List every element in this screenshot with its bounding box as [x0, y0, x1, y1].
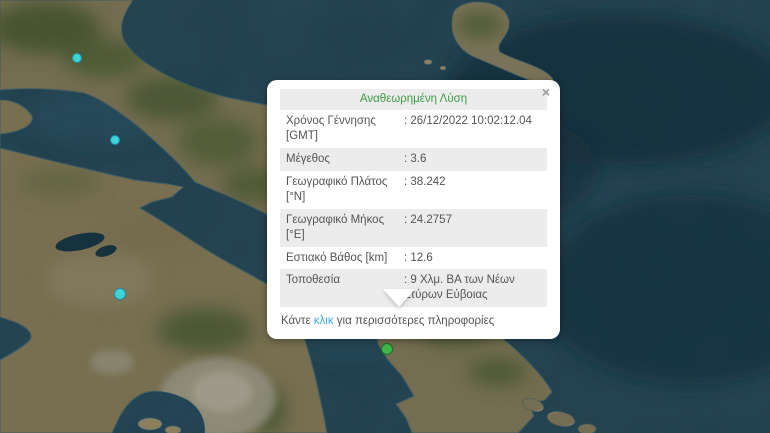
popup-row-label: Μέγεθος: [286, 152, 330, 165]
popup-footer: Κάντε κλικ για περισσότερες πληροφορίες: [280, 314, 547, 329]
popup-row-value: : 24.2757: [404, 213, 452, 226]
popup-row: Μέγεθος : 3.6: [280, 147, 547, 171]
footer-text-prefix: Κάντε: [281, 315, 314, 328]
popup-row-label: Χρόνος Γέννησης [GMT]: [286, 114, 376, 142]
close-icon[interactable]: ×: [542, 85, 550, 99]
earthquake-marker[interactable]: [110, 135, 120, 145]
more-info-link[interactable]: κλικ: [314, 315, 334, 327]
popup-row-value: : 26/12/2022 10:02:12.04: [404, 114, 532, 127]
map-viewport[interactable]: × Αναθεωρημένη Λύση Χρόνος Γέννησης [GMT…: [0, 0, 770, 433]
popup-row-value: : 3.6: [404, 152, 427, 165]
popup-row-value: : 38.242: [404, 175, 446, 188]
popup-row-label: Τοποθεσία: [286, 274, 340, 287]
popup-row: Γεωγραφικό Μήκος [°E] : 24.2757: [280, 208, 547, 247]
popup-title: Αναθεωρημένη Λύση: [280, 89, 547, 110]
reviewed-earthquake-marker[interactable]: [381, 343, 393, 355]
popup-table: Χρόνος Γέννησης [GMT] : 26/12/2022 10:02…: [280, 110, 547, 308]
popup-row-label: Εστιακό Βάθος [km]: [286, 251, 388, 264]
popup-row-label: Γεωγραφικό Πλάτος [°N]: [286, 175, 388, 203]
popup-row-label: Γεωγραφικό Μήκος [°E]: [286, 213, 385, 241]
popup-row: Γεωγραφικό Πλάτος [°N] : 38.242: [280, 171, 547, 209]
popup-row: Εστιακό Βάθος [km] : 12.6: [280, 247, 547, 270]
popup-tail-pointer: [383, 289, 415, 307]
popup-row-value: : 12.6: [404, 251, 433, 264]
earthquake-marker[interactable]: [114, 288, 126, 300]
popup-row-value: : 9 Χλμ. ΒΑ των Νέων Στύρων Εύβοιας: [404, 274, 515, 302]
popup-row: Χρόνος Γέννησης [GMT] : 26/12/2022 10:02…: [280, 110, 547, 148]
earthquake-marker[interactable]: [72, 53, 82, 63]
footer-text-suffix: για περισσότερες πληροφορίες: [333, 315, 495, 328]
